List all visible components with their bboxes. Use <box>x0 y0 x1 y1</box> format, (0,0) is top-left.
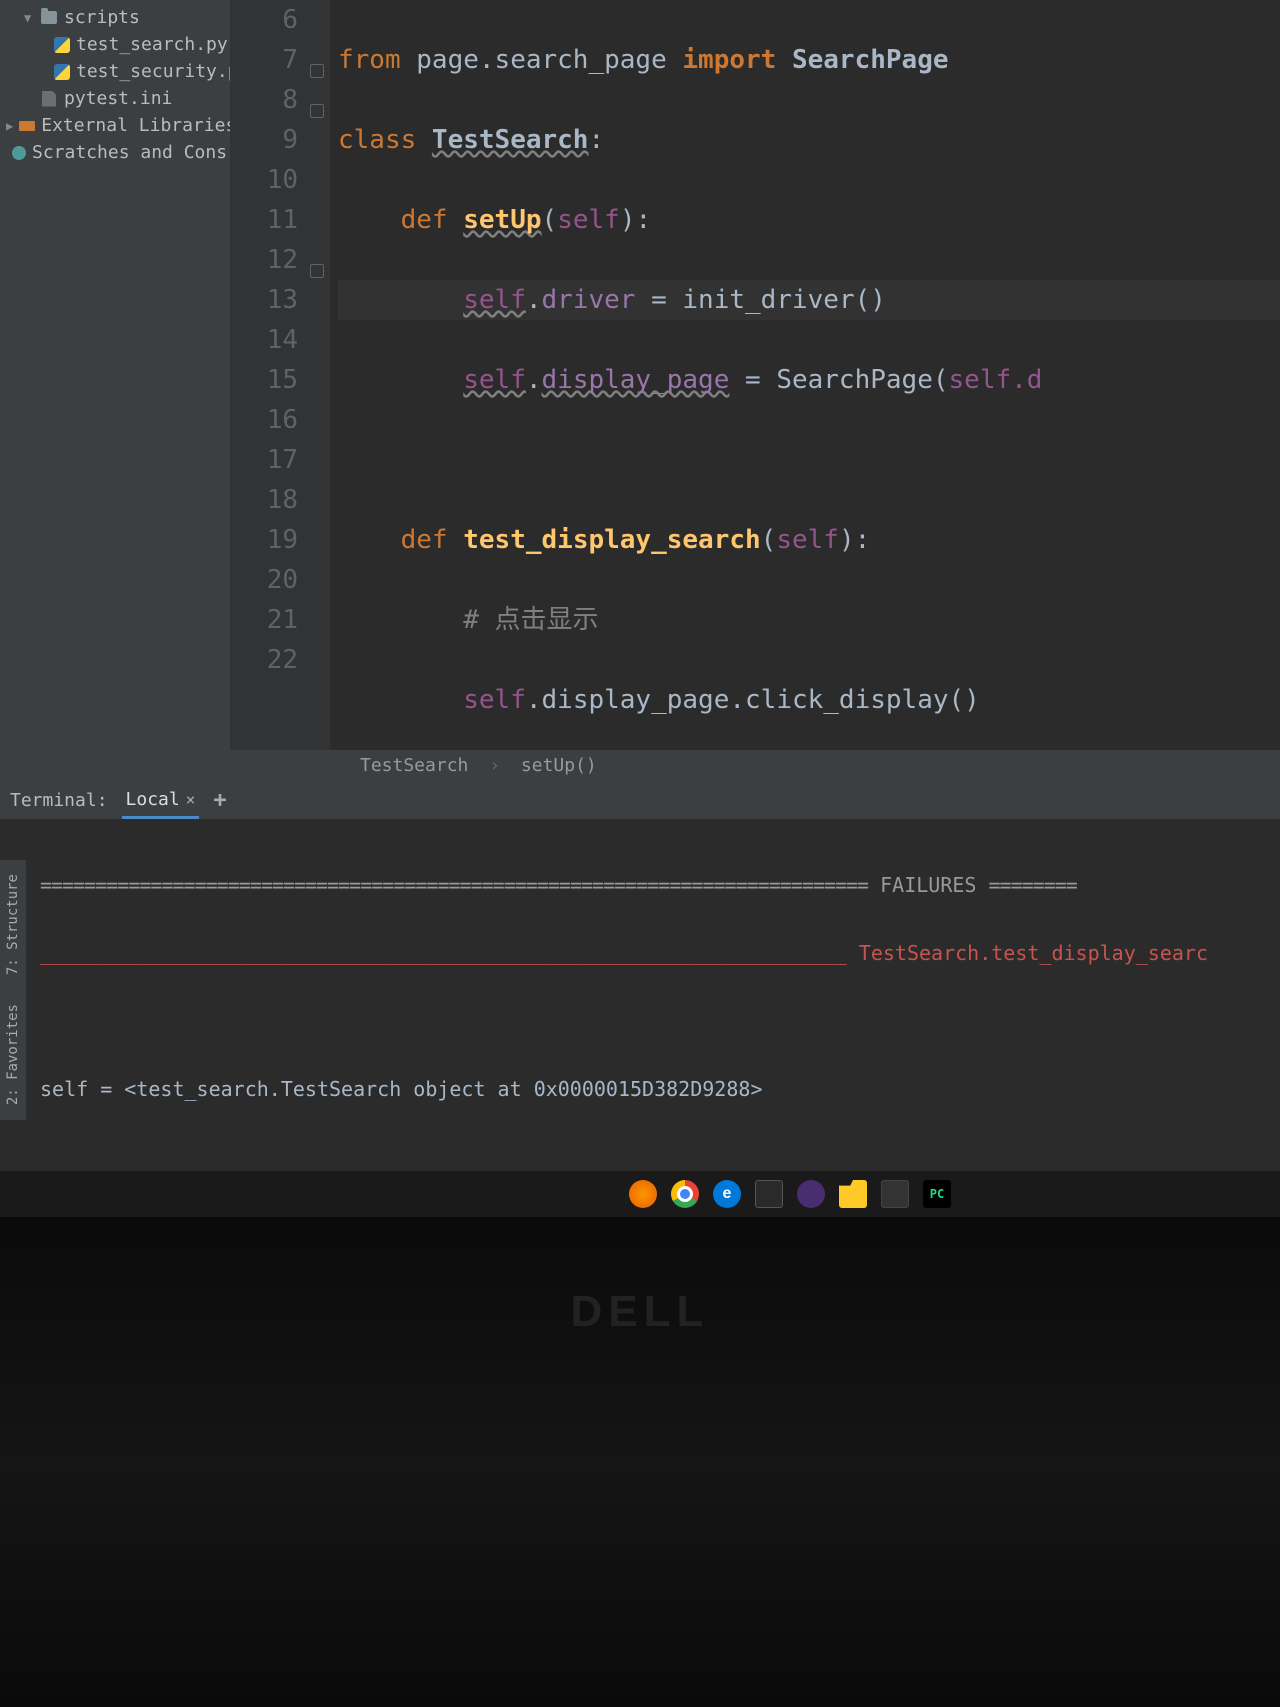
chevron-right-icon: › <box>489 755 500 776</box>
terminal-header: Terminal: Local × + <box>0 782 1280 820</box>
add-terminal-icon[interactable]: + <box>213 788 226 813</box>
line-number: 14 <box>230 320 330 360</box>
line-number: 18 <box>230 480 330 520</box>
app-icon[interactable] <box>755 1180 783 1208</box>
tree-label: Scratches and Cons <box>32 142 227 163</box>
dell-logo: DELL <box>571 1287 710 1337</box>
line-number: 11 <box>230 200 330 240</box>
breadcrumb-method[interactable]: setUp() <box>521 755 597 776</box>
app-icon[interactable] <box>797 1180 825 1208</box>
term-line: self = <test_search.TestSearch object at… <box>40 1072 1260 1106</box>
line-number: 15 <box>230 360 330 400</box>
code-line: # 点击显示 <box>338 600 1280 640</box>
line-gutter: 6 7 8 9 10 11 12 13 14 15 16 17 18 19 20… <box>230 0 330 750</box>
side-toolbar: 7: Structure 2: Favorites <box>0 860 26 1120</box>
line-number: 16 <box>230 400 330 440</box>
terminal-tab-local[interactable]: Local × <box>122 783 200 819</box>
tree-label: pytest.ini <box>64 88 172 109</box>
python-file-icon <box>54 63 70 81</box>
close-icon[interactable]: × <box>186 790 196 809</box>
line-number: 6 <box>230 0 330 40</box>
fold-icon[interactable] <box>310 264 324 278</box>
file-explorer-icon[interactable] <box>839 1180 867 1208</box>
term-line <box>40 1140 1260 1174</box>
project-tree[interactable]: ▼ scripts test_search.py test_security.p… <box>0 0 230 750</box>
code-line: class TestSearch: <box>338 120 1280 160</box>
library-icon <box>19 117 35 135</box>
tree-external-libraries[interactable]: ▶ External Libraries <box>6 112 224 139</box>
code-line: def setUp(self): <box>338 200 1280 240</box>
tree-label: scripts <box>64 7 140 28</box>
line-number: 13 <box>230 280 330 320</box>
term-line <box>40 1004 1260 1038</box>
line-number: 20 <box>230 560 330 600</box>
term-line: ========================================… <box>40 868 1260 902</box>
chrome-icon[interactable] <box>671 1180 699 1208</box>
fold-icon[interactable] <box>310 104 324 118</box>
tree-label: External Libraries <box>41 115 230 136</box>
code-line: from page.search_page import SearchPage <box>338 40 1280 80</box>
terminal-title: Terminal: <box>10 790 108 811</box>
term-line: ________________________________________… <box>40 936 1260 970</box>
scratch-icon <box>12 144 26 162</box>
code-line <box>338 440 1280 480</box>
structure-tool-button[interactable]: 7: Structure <box>3 864 23 985</box>
chevron-right-icon: ▶ <box>6 119 13 133</box>
line-number: 19 <box>230 520 330 560</box>
breadcrumb-class[interactable]: TestSearch <box>360 755 468 776</box>
python-file-icon <box>54 36 70 54</box>
tree-folder-scripts[interactable]: ▼ scripts <box>6 4 224 31</box>
firefox-icon[interactable] <box>629 1180 657 1208</box>
fold-icon[interactable] <box>310 64 324 78</box>
code-line: def test_display_search(self): <box>338 520 1280 560</box>
code-line: self.display_page = SearchPage(self.d <box>338 360 1280 400</box>
chevron-down-icon: ▼ <box>24 11 34 25</box>
windows-taskbar[interactable]: e PC <box>0 1171 1280 1217</box>
line-number: 9 <box>230 120 330 160</box>
tree-label: test_security.p <box>76 61 230 82</box>
line-number: 21 <box>230 600 330 640</box>
code-editor[interactable]: from page.search_page import SearchPage … <box>330 0 1280 750</box>
code-line-current: self.driver = init_driver() <box>338 280 1280 320</box>
pycharm-icon[interactable]: PC <box>923 1180 951 1208</box>
tree-file-pytest-ini[interactable]: pytest.ini <box>6 85 224 112</box>
tree-scratches[interactable]: Scratches and Cons <box>6 139 224 166</box>
breadcrumb[interactable]: TestSearch › setUp() <box>0 750 1280 782</box>
line-number: 22 <box>230 640 330 680</box>
line-number: 17 <box>230 440 330 480</box>
ini-file-icon <box>40 90 58 108</box>
app-icon[interactable] <box>881 1180 909 1208</box>
tree-file-test-security[interactable]: test_security.p <box>6 58 224 85</box>
edge-icon[interactable]: e <box>713 1180 741 1208</box>
favorites-tool-button[interactable]: 2: Favorites <box>3 994 23 1115</box>
folder-icon <box>40 9 58 27</box>
line-number: 10 <box>230 160 330 200</box>
tree-file-test-search[interactable]: test_search.py <box>6 31 224 58</box>
code-line: self.display_page.click_display() <box>338 680 1280 720</box>
tree-label: test_search.py <box>76 34 228 55</box>
